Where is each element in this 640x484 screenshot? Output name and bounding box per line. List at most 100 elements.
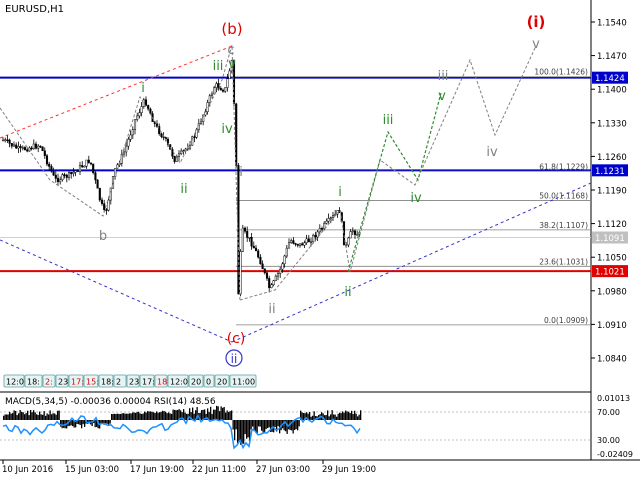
indicator-tick-label: -0.02409 (597, 450, 633, 459)
candle-body (208, 95, 211, 103)
macd-histogram-bar (222, 407, 224, 420)
price-tag-current: 1.1091 (595, 234, 625, 244)
candle-body (314, 234, 317, 238)
macd-histogram-bar (238, 420, 240, 442)
macd-histogram-bar (94, 420, 96, 428)
macd-histogram-bar (112, 413, 114, 420)
candle-body (261, 263, 264, 270)
macd-histogram-bar (352, 413, 354, 420)
macd-histogram-bar (156, 411, 158, 420)
candle-body (325, 220, 328, 224)
macd-histogram-bar (232, 420, 234, 430)
candle-body (34, 143, 38, 149)
price-tick-label: 1.1400 (597, 86, 627, 96)
candle-body (144, 99, 148, 106)
price-chart[interactable]: 100.0(1.1426) 61.8(1.1229) 50.0(1.1168) 38.… (0, 0, 640, 480)
macd-histogram-bar (358, 414, 360, 420)
macd-histogram-bar (21, 411, 23, 420)
wave-label-gray: c (227, 43, 234, 58)
toolbar-button-label: 11:00 (232, 378, 255, 387)
candle-body (171, 149, 174, 157)
macd-histogram-bar (120, 413, 122, 420)
macd-histogram-bar (46, 413, 48, 420)
candle-body (248, 237, 251, 239)
price-tick-label: 1.1540 (597, 19, 627, 29)
candle-body (87, 159, 90, 164)
candle-body (323, 223, 326, 229)
macd-histogram-bar (220, 406, 222, 420)
macd-histogram-bar (18, 413, 20, 420)
fib-level-label: 38.2(1.1107) (539, 221, 588, 230)
candle-body (180, 150, 183, 155)
candle-body (67, 172, 71, 178)
macd-histogram-bar (135, 412, 137, 420)
wave-label-green-left: i (141, 81, 145, 96)
macd-histogram-bar (337, 413, 339, 420)
price-tick-label: 1.0980 (597, 287, 627, 297)
macd-histogram-bar (169, 413, 171, 420)
time-tick-label: 17 Jun 19:00 (130, 465, 184, 475)
macd-histogram-bar (144, 411, 146, 420)
candle-body (30, 147, 33, 150)
macd-histogram-bar (57, 410, 59, 420)
candle-body (6, 139, 9, 142)
macd-histogram-bar (163, 411, 165, 420)
candle-body (356, 233, 359, 236)
macd-histogram-bar (138, 411, 140, 420)
candle-body (235, 103, 238, 166)
macd-histogram-bar (259, 420, 261, 427)
toolbar-button-label: 15: (86, 378, 99, 387)
chart-window: 100.0(1.1426) 61.8(1.1229) 50.0(1.1168) 38.… (0, 0, 640, 480)
macd-histogram-bar (81, 420, 83, 429)
macd-histogram-bar (237, 420, 239, 444)
candle-body (37, 145, 40, 149)
macd-histogram-bar (49, 410, 51, 420)
macd-histogram-bar (339, 412, 341, 420)
macd-histogram-bar (360, 410, 362, 420)
macd-histogram-bar (162, 410, 164, 420)
price-tick-label: 1.1190 (597, 187, 627, 197)
period-separator-toolbar[interactable]: 12:0 18: 2: 23 17: 15: 18: 2 23 17: 18 12:0 20 0 20 11:… (3, 374, 257, 388)
macd-histogram-bar (345, 410, 347, 420)
time-axis: 10 Jun 2016 15 Jun 03:00 17 Jun 19:00 22 Ju… (2, 460, 376, 475)
macd-histogram-bar (39, 411, 41, 420)
candle-body (296, 243, 299, 246)
candle-body (12, 144, 16, 147)
candle-body (173, 155, 176, 162)
candle-body (122, 151, 126, 155)
toolbar-button-label: 2: (45, 378, 53, 387)
macd-histogram-bar (295, 420, 297, 430)
candle-body (43, 150, 46, 156)
macd-histogram-bar (31, 412, 33, 420)
macd-histogram-bar (25, 413, 27, 420)
macd-histogram-bar (231, 410, 233, 420)
macd-histogram-bar (28, 415, 30, 420)
candle-body (89, 162, 93, 165)
macd-histogram-bar (127, 413, 129, 420)
macd-histogram-bar (40, 414, 42, 420)
candle-body (131, 129, 134, 136)
time-tick-label: 10 Jun 2016 (2, 465, 53, 475)
candle-body (349, 231, 352, 239)
macd-histogram-bar (348, 411, 350, 420)
macd-histogram-bar (274, 420, 276, 428)
toolbar-button-label: 0 (206, 378, 211, 387)
macd-histogram-bar (336, 416, 338, 420)
candle-body (298, 243, 302, 246)
candle-body (21, 147, 24, 149)
candle-body (309, 241, 313, 244)
macd-histogram-bar (139, 413, 141, 420)
candle-body (94, 172, 97, 181)
macd-histogram-bar (235, 420, 237, 430)
candle-body (70, 172, 73, 174)
macd-histogram-bar (129, 413, 131, 420)
macd-histogram-bar (256, 420, 258, 434)
macd-histogram-bar (219, 411, 221, 420)
macd-histogram-bar (136, 411, 138, 420)
candle-body (78, 165, 82, 172)
macd-histogram-bar (357, 416, 359, 420)
price-tick-label: 1.0910 (597, 321, 627, 331)
macd-histogram-bar (27, 410, 29, 420)
candle-body (270, 284, 273, 289)
toolbar-button-label: 20 (191, 378, 201, 387)
